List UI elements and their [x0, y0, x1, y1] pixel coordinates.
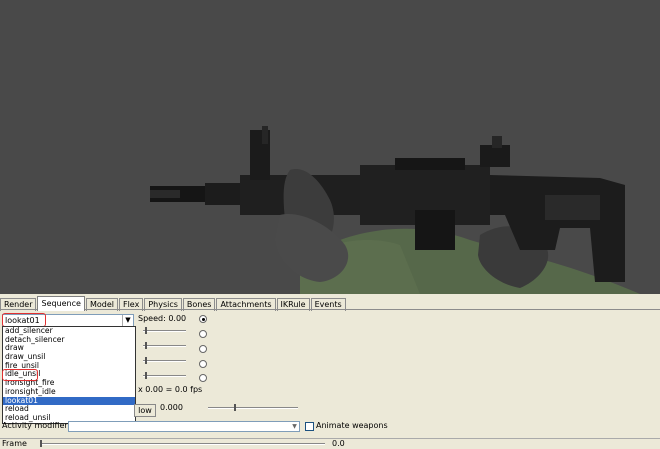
frame-bar: Frame 0.0	[0, 438, 660, 449]
selected-sequence-highlight	[2, 313, 46, 327]
chevron-down-icon[interactable]: ▼	[122, 315, 133, 326]
activity-modifiers-label: Activity modifiers:	[2, 421, 75, 430]
sequence-radio-5[interactable]	[199, 374, 207, 382]
sequence-slider-4[interactable]	[143, 357, 186, 365]
tab-divider	[0, 309, 660, 310]
sequence-radio-2[interactable]	[199, 330, 207, 338]
animate-weapons-label: Animate weapons	[316, 421, 388, 430]
blend-button[interactable]: low	[134, 404, 156, 417]
sequence-slider-5[interactable]	[143, 372, 186, 380]
activity-modifiers-field[interactable]: ▼	[68, 421, 300, 432]
animate-weapons-checkbox[interactable]	[305, 422, 314, 431]
speed-label: Speed: 0.00	[138, 314, 187, 323]
model-viewport[interactable]	[0, 0, 660, 294]
control-panel: Render Sequence Model Flex Physics Bones…	[0, 294, 660, 448]
blend-slider[interactable]	[208, 404, 298, 412]
highlighted-option-marker	[2, 369, 38, 381]
sequence-slider-2[interactable]	[143, 327, 186, 335]
chevron-down-icon[interactable]: ▼	[290, 422, 299, 431]
frame-slider[interactable]	[40, 440, 325, 448]
tab-bar: Render Sequence Model Flex Physics Bones…	[0, 296, 347, 311]
sequence-radio-3[interactable]	[199, 345, 207, 353]
sequence-radio-4[interactable]	[199, 360, 207, 368]
sequence-radio-1[interactable]	[199, 315, 207, 323]
weapon-model-render	[150, 126, 640, 294]
blend-value: 0.000	[160, 403, 183, 412]
sequence-slider-3[interactable]	[143, 342, 186, 350]
fps-readout: x 0.00 = 0.0 fps	[138, 385, 203, 394]
tab-sequence[interactable]: Sequence	[37, 296, 85, 311]
